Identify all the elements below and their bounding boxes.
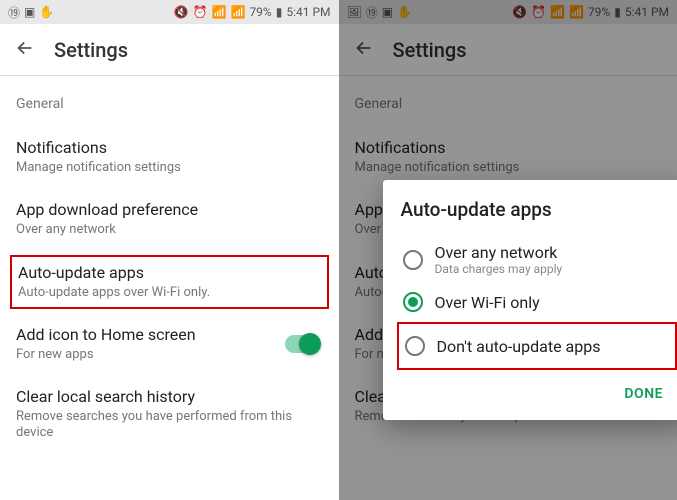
dialog-title: Auto-update apps [401, 198, 674, 221]
radio-sublabel: Data charges may apply [435, 262, 563, 276]
radio-icon [403, 292, 423, 312]
clock: 5:41 PM [286, 5, 330, 19]
setting-add-icon[interactable]: Add icon to Home screen For new apps [16, 313, 323, 375]
setting-download-pref[interactable]: App download preference Over any network [16, 188, 323, 250]
radio-option-any-network[interactable]: Over any network Data charges may apply [401, 235, 674, 284]
radio-icon [403, 250, 423, 270]
radio-option-dont-update[interactable]: Don't auto-update apps [403, 328, 672, 364]
hand-icon: ✋ [39, 5, 54, 19]
auto-update-dialog: Auto-update apps Over any network Data c… [383, 180, 677, 420]
radio-label: Over Wi-Fi only [435, 293, 540, 312]
setting-label: Add icon to Home screen [16, 325, 285, 344]
battery-icon: ▮ [276, 5, 283, 19]
setting-sub: For new apps [16, 347, 285, 363]
setting-label: Notifications [16, 138, 323, 157]
right-pane: 🖼 ⑲ ▣ ✋ 🔇 ⏰ 📶 📶 79% ▮ 5:41 PM Settings G… [339, 0, 677, 500]
wifi-icon: 📶 [212, 5, 227, 19]
signal-icon: 📶 [230, 5, 245, 19]
notif-icon-2: ▣ [24, 5, 35, 19]
setting-clear-history[interactable]: Clear local search history Remove search… [16, 375, 323, 454]
radio-option-wifi-only[interactable]: Over Wi-Fi only [401, 284, 674, 320]
battery-pct: 79% [249, 5, 271, 19]
done-button[interactable]: DONE [614, 378, 673, 410]
setting-sub: Remove searches you have performed from … [16, 409, 323, 442]
status-bar: ⑲ ▣ ✋ 🔇 ⏰ 📶 📶 79% ▮ 5:41 PM [0, 0, 339, 24]
settings-content: General Notifications Manage notificatio… [0, 76, 339, 454]
radio-icon [405, 336, 425, 356]
setting-auto-update[interactable]: Auto-update apps Auto-update apps over W… [10, 255, 329, 309]
section-general: General [16, 76, 323, 126]
radio-label: Don't auto-update apps [437, 337, 601, 356]
setting-label: Auto-update apps [18, 263, 321, 282]
setting-label: App download preference [16, 200, 323, 219]
setting-sub: Manage notification settings [16, 160, 323, 176]
radio-label: Over any network [435, 243, 563, 262]
setting-sub: Over any network [16, 222, 323, 238]
alarm-icon: ⏰ [193, 5, 208, 19]
setting-notifications[interactable]: Notifications Manage notification settin… [16, 126, 323, 188]
page-title: Settings [54, 38, 128, 62]
notif-icon: ⑲ [8, 4, 20, 21]
app-bar: Settings [0, 24, 339, 76]
back-arrow-icon[interactable] [14, 37, 36, 63]
setting-sub: Auto-update apps over Wi-Fi only. [18, 285, 321, 301]
mute-icon: 🔇 [174, 5, 189, 19]
setting-label: Clear local search history [16, 387, 323, 406]
toggle-switch[interactable] [285, 335, 319, 353]
left-pane: ⑲ ▣ ✋ 🔇 ⏰ 📶 📶 79% ▮ 5:41 PM Settings Gen… [0, 0, 339, 500]
